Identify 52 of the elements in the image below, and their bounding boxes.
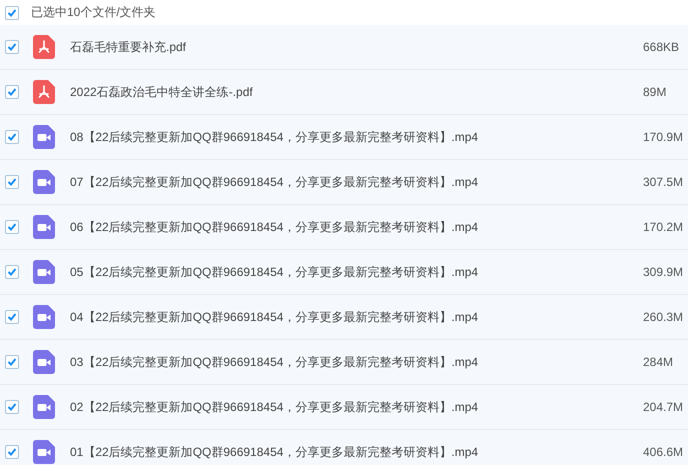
checkbox[interactable]: [5, 355, 19, 369]
file-name: 石磊毛特重要补充.pdf: [70, 38, 188, 56]
checkbox[interactable]: [5, 130, 19, 144]
file-name: 06【22后续完整更新加QQ群966918454，分享更多最新完整考研资料】.mp4: [70, 218, 480, 236]
checkbox[interactable]: [5, 400, 19, 414]
video-file-icon: [33, 170, 55, 194]
video-file-icon: [33, 305, 55, 329]
file-size: 204.7M: [643, 400, 684, 414]
video-file-icon: [33, 260, 55, 284]
selection-count: 已选中10个文件/文件夹: [31, 4, 156, 21]
video-file-icon: [33, 125, 55, 149]
file-row[interactable]: 石磊毛特重要补充.pdf 668KB: [0, 25, 688, 70]
file-size: 307.5M: [643, 175, 684, 189]
file-name: 2022石磊政治毛中特全讲全练-.pdf: [70, 84, 254, 100]
file-size: 170.2M: [643, 220, 684, 234]
video-file-icon: [33, 350, 55, 374]
file-row[interactable]: 02【22后续完整更新加QQ群966918454，分享更多最新完整考研资料】.mp4 204.7M: [0, 385, 688, 430]
checkbox[interactable]: [5, 445, 19, 459]
file-size: 284M: [643, 355, 674, 369]
file-name: 07【22后续完整更新加QQ群966918454，分享更多最新完整考研资料】.mp4: [70, 174, 480, 190]
file-size: 260.3M: [643, 310, 684, 324]
video-file-icon: [33, 215, 55, 239]
checkbox[interactable]: [5, 85, 19, 99]
file-name: 08【22后续完整更新加QQ群966918454，分享更多最新完整考研资料】.mp4: [70, 128, 480, 146]
file-row[interactable]: 06【22后续完整更新加QQ群966918454，分享更多最新完整考研资料】.mp4 170.2M: [0, 205, 688, 250]
pdf-file-icon: [33, 80, 55, 104]
file-size: 170.9M: [643, 130, 684, 144]
file-row[interactable]: 08【22后续完整更新加QQ群966918454，分享更多最新完整考研资料】.mp4 170.9M: [0, 115, 688, 160]
file-row[interactable]: 03【22后续完整更新加QQ群966918454，分享更多最新完整考研资料】.mp4 284M: [0, 340, 688, 385]
checkbox[interactable]: [5, 6, 19, 20]
file-name: 01【22后续完整更新加QQ群966918454，分享更多最新完整考研资料】.mp4: [70, 444, 480, 460]
file-name: 03【22后续完整更新加QQ群966918454，分享更多最新完整考研资料】.mp4: [70, 354, 480, 370]
checkbox[interactable]: [5, 40, 19, 54]
pdf-file-icon: [33, 35, 55, 59]
checkbox[interactable]: [5, 310, 19, 324]
checkbox[interactable]: [5, 220, 19, 234]
file-size: 89M: [643, 85, 668, 99]
file-name: 05【22后续完整更新加QQ群966918454，分享更多最新完整考研资料】.mp4: [70, 264, 480, 280]
video-file-icon: [33, 440, 55, 464]
file-row[interactable]: 07【22后续完整更新加QQ群966918454，分享更多最新完整考研资料】.mp4 307.5M: [0, 160, 688, 205]
file-name: 02【22后续完整更新加QQ群966918454，分享更多最新完整考研资料】.mp4: [70, 398, 480, 416]
file-row[interactable]: 05【22后续完整更新加QQ群966918454，分享更多最新完整考研资料】.mp4 309.9M: [0, 250, 688, 295]
file-row[interactable]: 2022石磊政治毛中特全讲全练-.pdf 89M: [0, 70, 688, 115]
checkbox[interactable]: [5, 175, 19, 189]
file-size: 406.6M: [643, 445, 684, 459]
file-size: 309.9M: [643, 265, 684, 279]
video-file-icon: [33, 395, 55, 419]
file-name: 04【22后续完整更新加QQ群966918454，分享更多最新完整考研资料】.mp4: [70, 308, 480, 326]
file-row[interactable]: 01【22后续完整更新加QQ群966918454，分享更多最新完整考研资料】.mp4 406.6M: [0, 430, 688, 465]
file-row[interactable]: 04【22后续完整更新加QQ群966918454，分享更多最新完整考研资料】.mp4 260.3M: [0, 295, 688, 340]
checkbox[interactable]: [5, 265, 19, 279]
file-size: 668KB: [643, 40, 680, 54]
